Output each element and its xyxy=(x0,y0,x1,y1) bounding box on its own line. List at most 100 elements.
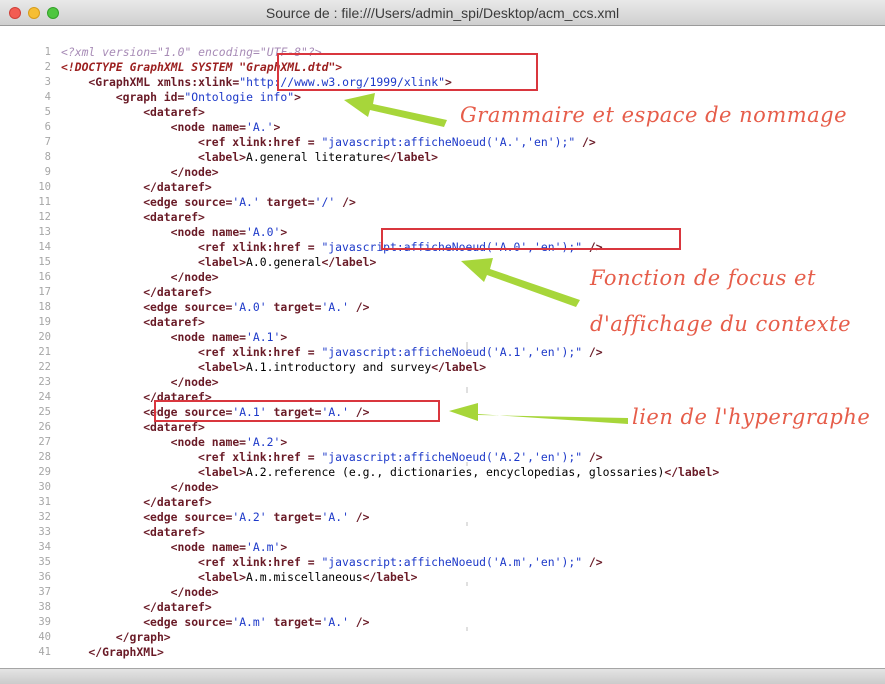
code-token-tag: /> xyxy=(335,195,356,209)
line-number: 21 xyxy=(38,346,51,358)
code-token-tag: </label> xyxy=(431,360,487,374)
code-text: <label>A.1.introductory and survey</labe… xyxy=(198,360,486,375)
line-number: 22 xyxy=(38,361,51,373)
code-token-tag: <dataref> xyxy=(143,210,205,224)
code-text: <node name='A.2'> xyxy=(171,435,288,450)
code-token-txt: A.m.miscellaneous xyxy=(246,570,363,584)
code-text: </dataref> xyxy=(143,180,212,195)
line-number: 24 xyxy=(38,391,51,403)
code-text: </node> xyxy=(171,375,219,390)
source-line: 36 <label>A.m.miscellaneous</label> xyxy=(0,570,885,585)
code-token-tag: </dataref> xyxy=(143,180,212,194)
code-token-str: "javascript:afficheNoeud('A.m','en');" xyxy=(321,555,583,569)
code-token-tag: <node name= xyxy=(170,435,247,449)
code-token-str: 'A.' xyxy=(246,120,274,134)
code-token-tag: <GraphXML xmlns:xlink= xyxy=(88,75,240,89)
code-token-str: "javascript:afficheNoeud('A.1','en');" xyxy=(321,345,583,359)
code-token-tag: <node name= xyxy=(170,330,247,344)
code-token-tag: <ref xlink:href = xyxy=(198,135,322,149)
code-token-tag: </graph> xyxy=(115,630,171,644)
code-token-str: '/' xyxy=(314,195,336,209)
code-text: <node name='A.1'> xyxy=(171,330,288,345)
code-token-tag: <dataref> xyxy=(143,420,205,434)
code-token-str: 'A.m' xyxy=(246,540,281,554)
line-number: 12 xyxy=(38,211,51,223)
code-token-tag: </node> xyxy=(170,375,219,389)
code-token-tag: /> xyxy=(348,510,370,524)
source-line: 27 <node name='A.2'> xyxy=(0,435,885,450)
code-token-str: "javascript:afficheNoeud('A.','en');" xyxy=(321,135,576,149)
code-token-str: 'A.' xyxy=(321,300,349,314)
status-bar xyxy=(0,668,885,684)
line-number: 19 xyxy=(38,316,51,328)
code-token-tag: /> xyxy=(575,135,596,149)
code-token-tag: <label> xyxy=(198,465,247,479)
code-token-tag: </dataref> xyxy=(143,285,212,299)
code-token-tag: /> xyxy=(582,450,603,464)
code-token-tag: </label> xyxy=(362,570,418,584)
code-token-tag: <node name= xyxy=(170,540,247,554)
code-token-txt: A.2.reference (e.g., dictionaries, encyc… xyxy=(246,465,665,479)
line-number: 11 xyxy=(38,196,51,208)
line-number: 34 xyxy=(38,541,51,553)
code-token-str: "javascript:afficheNoeud('A.2','en');" xyxy=(321,450,583,464)
code-token-tag: target= xyxy=(266,300,322,314)
source-line: 38 </dataref> xyxy=(0,600,885,615)
line-number: 6 xyxy=(44,121,51,133)
source-line: 11 <edge source='A.' target='/' /> xyxy=(0,195,885,210)
code-text: </graph> xyxy=(116,630,171,645)
line-number: 25 xyxy=(38,406,51,418)
line-number: 27 xyxy=(38,436,51,448)
code-token-tag: </label> xyxy=(664,465,720,479)
code-token-str: 'A.' xyxy=(232,195,260,209)
code-text: </GraphXML> xyxy=(88,645,163,660)
code-token-tag: <ref xlink:href = xyxy=(198,240,322,254)
code-token-tag: </node> xyxy=(170,165,219,179)
source-line: 7 <ref xlink:href = "javascript:afficheNo… xyxy=(0,135,885,150)
code-text: <label>A.general literature</label> xyxy=(198,150,438,165)
code-text: </dataref> xyxy=(143,600,212,615)
source-line: 28 <ref xlink:href = "javascript:afficheN… xyxy=(0,450,885,465)
source-line: 40 </graph> xyxy=(0,630,885,645)
code-token-tag: > xyxy=(280,435,288,449)
source-line: 29 <label>A.2.reference (e.g., dictionari… xyxy=(0,465,885,480)
line-number: 18 xyxy=(38,301,51,313)
code-token-tag: <ref xlink:href = xyxy=(198,555,322,569)
code-token-tag: </GraphXML> xyxy=(88,645,164,659)
code-token-str: 'A.' xyxy=(321,510,349,524)
line-number: 9 xyxy=(44,166,51,178)
code-text: <node name='A.'> xyxy=(171,120,281,135)
line-number: 33 xyxy=(38,526,51,538)
line-number: 39 xyxy=(38,616,51,628)
source-line: 31 </dataref> xyxy=(0,495,885,510)
code-token-tag: <label> xyxy=(198,570,247,584)
line-number: 38 xyxy=(38,601,51,613)
hyperlink-edge-highlight xyxy=(154,400,440,422)
code-token-tag: /> xyxy=(348,300,370,314)
source-line: 10 </dataref> xyxy=(0,180,885,195)
title-bar: Source de : file:///Users/admin_spi/Desk… xyxy=(0,0,885,26)
code-text: <node name='A.m'> xyxy=(171,540,288,555)
source-line: 8 <label>A.general literature</label> xyxy=(0,150,885,165)
code-token-tag: </label> xyxy=(383,150,439,164)
code-text: </node> xyxy=(171,480,219,495)
line-number: 37 xyxy=(38,586,51,598)
line-number: 17 xyxy=(38,286,51,298)
code-token-tag: <label> xyxy=(198,150,247,164)
code-token-tag: </node> xyxy=(170,480,219,494)
code-token-tag: /> xyxy=(582,555,603,569)
code-token-str: 'A.0' xyxy=(232,300,267,314)
code-text: </dataref> xyxy=(143,285,212,300)
focus-function-highlight xyxy=(381,228,681,250)
code-text: <label>A.m.miscellaneous</label> xyxy=(198,570,417,585)
code-text: <edge source='A.0' target='A.' /> xyxy=(143,300,369,315)
code-token-tag: > xyxy=(280,540,288,554)
source-line: 34 <node name='A.m'> xyxy=(0,540,885,555)
line-number: 26 xyxy=(38,421,51,433)
source-line: 9 </node> xyxy=(0,165,885,180)
source-line: 41 </GraphXML> xyxy=(0,645,885,660)
source-line: 30 </node> xyxy=(0,480,885,495)
code-token-tag: target= xyxy=(266,615,322,629)
code-text: </node> xyxy=(171,165,219,180)
code-token-str: 'A.0' xyxy=(246,225,281,239)
